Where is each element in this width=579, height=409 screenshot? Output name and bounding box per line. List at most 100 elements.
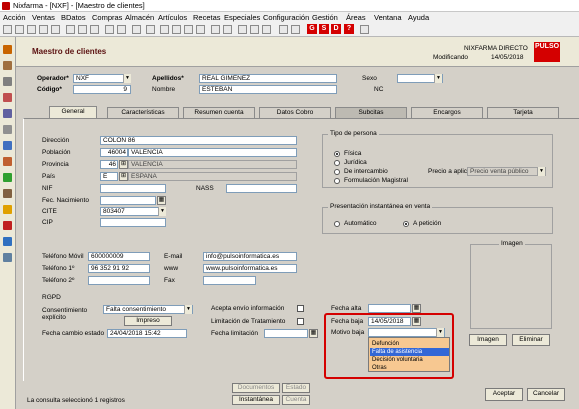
sidebar-box-icon[interactable] bbox=[3, 61, 12, 70]
fecha-nacimiento-calendar-icon[interactable]: ▦ bbox=[157, 196, 166, 205]
sidebar-info-icon[interactable] bbox=[3, 237, 12, 246]
acepta-envio-checkbox[interactable] bbox=[297, 305, 304, 312]
operador-dropdown-arrow-icon[interactable]: ▼ bbox=[123, 74, 131, 83]
sidebar-edit-icon[interactable] bbox=[3, 109, 12, 118]
nif-field[interactable] bbox=[100, 184, 166, 193]
fecha-limitacion-calendar-icon[interactable]: ▦ bbox=[309, 329, 318, 338]
sidebar-cart-icon[interactable] bbox=[3, 77, 12, 86]
settings-icon[interactable] bbox=[238, 25, 247, 34]
aceptar-button[interactable]: Aceptar bbox=[485, 388, 523, 401]
folder-icon[interactable] bbox=[279, 25, 288, 34]
exit-icon[interactable] bbox=[360, 25, 369, 34]
fax-field[interactable] bbox=[203, 276, 256, 285]
radio-a-peticion[interactable] bbox=[403, 221, 409, 227]
radio-automatico[interactable] bbox=[334, 221, 340, 227]
poblacion-field[interactable]: VALENCIA bbox=[128, 148, 297, 157]
apellidos-field[interactable]: REAL GIMENEZ bbox=[199, 74, 337, 83]
menu-articulos[interactable]: Artículos bbox=[158, 13, 187, 22]
sidebar-sales-icon[interactable] bbox=[3, 45, 12, 54]
tab-general[interactable]: General bbox=[49, 106, 97, 118]
menu-especiales[interactable]: Especiales bbox=[224, 13, 260, 22]
consentimiento-select[interactable]: Falta consentimiento bbox=[103, 305, 193, 314]
impreso-button[interactable]: Impreso bbox=[124, 316, 172, 326]
menu-ventana[interactable]: Ventana bbox=[374, 13, 402, 22]
menu-ventas[interactable]: Ventas bbox=[32, 13, 55, 22]
menu-recetas[interactable]: Recetas bbox=[193, 13, 221, 22]
d-button[interactable]: D bbox=[331, 24, 341, 34]
telefono-2-field[interactable] bbox=[88, 276, 150, 285]
menu-almacen[interactable]: Almacén bbox=[125, 13, 154, 22]
export-icon[interactable] bbox=[291, 25, 300, 34]
previous-record-icon[interactable] bbox=[172, 25, 181, 34]
menu-ayuda[interactable]: Ayuda bbox=[408, 13, 429, 22]
pais-code-field[interactable]: E bbox=[100, 172, 118, 181]
fecha-alta-calendar-icon[interactable]: ▦ bbox=[412, 304, 421, 313]
limitacion-tratamiento-checkbox[interactable] bbox=[297, 318, 304, 325]
radio-intercambio[interactable] bbox=[334, 169, 340, 175]
search-icon[interactable] bbox=[105, 25, 114, 34]
www-field[interactable]: www.pulsoinformatica.es bbox=[203, 264, 297, 273]
nombre-field[interactable]: ESTEBAN bbox=[199, 85, 337, 94]
s-button[interactable]: S bbox=[319, 24, 329, 34]
radio-juridica[interactable] bbox=[334, 160, 340, 166]
next-record-icon[interactable] bbox=[184, 25, 193, 34]
star-icon[interactable] bbox=[146, 25, 155, 34]
telefono-1-field[interactable]: 96 352 91 92 bbox=[88, 264, 150, 273]
cancelar-button[interactable]: Cancelar bbox=[527, 388, 565, 401]
first-record-icon[interactable] bbox=[160, 25, 169, 34]
nass-field[interactable] bbox=[226, 184, 297, 193]
sidebar-user-icon[interactable] bbox=[3, 141, 12, 150]
undo-icon[interactable] bbox=[66, 25, 75, 34]
sidebar-stock-icon[interactable] bbox=[3, 157, 12, 166]
paste-icon[interactable] bbox=[51, 25, 60, 34]
precio-dropdown-arrow-icon[interactable]: ▼ bbox=[537, 167, 545, 176]
print-icon[interactable] bbox=[3, 25, 12, 34]
tab-tarjeta[interactable]: Tarjeta bbox=[487, 107, 559, 118]
sidebar-warning-icon[interactable] bbox=[3, 205, 12, 214]
sidebar-stop-icon[interactable] bbox=[3, 221, 12, 230]
g-button[interactable]: G bbox=[307, 24, 317, 34]
sidebar-tools-icon[interactable] bbox=[3, 125, 12, 134]
documentos-button[interactable]: Documentos bbox=[232, 383, 280, 393]
tab-datos-cobro[interactable]: Datos Cobro bbox=[259, 107, 331, 118]
precio-aplicar-select[interactable]: Precio venta público bbox=[467, 167, 546, 176]
fecha-nacimiento-field[interactable] bbox=[100, 196, 156, 205]
fecha-alta-field[interactable] bbox=[368, 304, 411, 313]
pais-lookup-icon[interactable]: ⊞ bbox=[119, 172, 128, 181]
menu-areas[interactable]: Áreas bbox=[346, 13, 366, 22]
cuenta-button[interactable]: Cuenta bbox=[282, 395, 310, 405]
tab-encargos[interactable]: Encargos bbox=[411, 107, 483, 118]
fecha-cambio-estado-field[interactable]: 24/04/2018 15:42 bbox=[107, 329, 187, 338]
poblacion-code-field[interactable]: 46004 bbox=[100, 148, 128, 157]
telefono-movil-field[interactable]: 600000009 bbox=[88, 252, 150, 261]
menu-bdatos[interactable]: BDatos bbox=[61, 13, 86, 22]
delete-icon[interactable] bbox=[90, 25, 99, 34]
copy-icon[interactable] bbox=[39, 25, 48, 34]
direccion-field[interactable]: COLON 86 bbox=[100, 136, 297, 145]
tab-caracteristicas[interactable]: Características bbox=[107, 107, 179, 118]
provincia-lookup-icon[interactable]: ⊞ bbox=[119, 160, 128, 169]
menu-configuracion[interactable]: Configuración bbox=[263, 13, 309, 22]
new-icon[interactable] bbox=[78, 25, 87, 34]
zoom-icon[interactable] bbox=[211, 25, 220, 34]
last-record-icon[interactable] bbox=[196, 25, 205, 34]
fecha-limitacion-field[interactable] bbox=[264, 329, 308, 338]
cip-field[interactable] bbox=[100, 218, 166, 227]
cut-icon[interactable] bbox=[27, 25, 36, 34]
help-button[interactable]: ? bbox=[344, 24, 354, 34]
sidebar-orders-icon[interactable] bbox=[3, 93, 12, 102]
tab-resumen-cuenta[interactable]: Resumen cuenta bbox=[183, 107, 255, 118]
sidebar-network-icon[interactable] bbox=[3, 253, 12, 262]
sidebar-report-icon[interactable] bbox=[3, 189, 12, 198]
radio-fisica[interactable] bbox=[334, 151, 340, 157]
sidebar-pharmacy-cross-icon[interactable] bbox=[3, 173, 12, 182]
tab-subcitas[interactable]: Subcitas bbox=[335, 107, 407, 118]
save-icon[interactable] bbox=[15, 25, 24, 34]
imagen-button[interactable]: Imagen bbox=[469, 334, 507, 346]
codigo-field[interactable]: 9 bbox=[73, 85, 131, 94]
refresh-icon[interactable] bbox=[132, 25, 141, 34]
cite-field[interactable]: 803407 bbox=[100, 207, 166, 216]
provincia-code-field[interactable]: 46 bbox=[100, 160, 118, 169]
eliminar-button[interactable]: Eliminar bbox=[512, 334, 550, 346]
estado-button[interactable]: Estado bbox=[282, 383, 310, 393]
